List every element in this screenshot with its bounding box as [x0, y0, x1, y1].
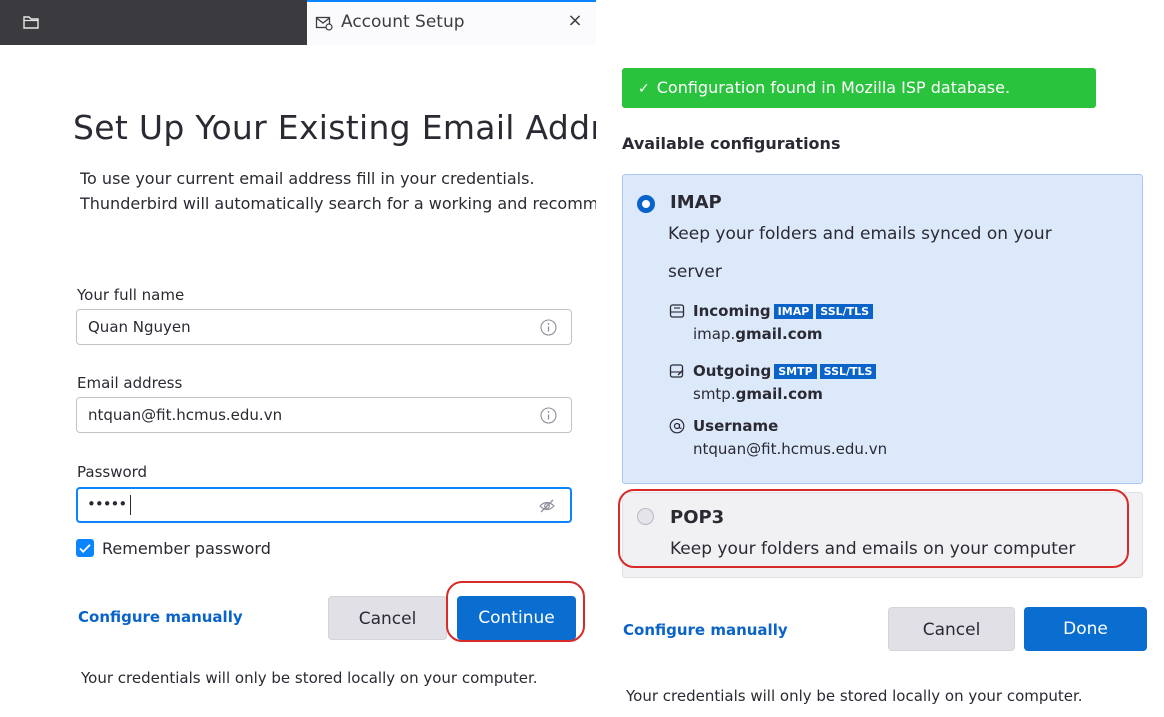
tab-title: Account Setup — [341, 12, 465, 32]
incoming-host: imap.gmail.com — [693, 325, 823, 343]
account-setup-right-panel: ✓ Configuration found in Mozilla ISP data… — [596, 0, 1164, 717]
highlight-pop3-callout — [618, 489, 1129, 568]
info-icon[interactable] — [540, 407, 557, 424]
account-setup-left-panel: Account Setup × Set Up Your Existing Ema… — [0, 0, 596, 717]
security-badge: SSL/TLS — [819, 364, 877, 379]
tab-account-setup[interactable]: Account Setup × — [307, 0, 596, 45]
outgoing-server-icon — [669, 364, 684, 378]
protocol-badge: SMTP — [774, 364, 817, 379]
config-found-message: Configuration found in Mozilla ISP datab… — [656, 78, 1011, 97]
eye-slash-icon[interactable] — [538, 497, 556, 515]
credentials-note: Your credentials will only be stored loc… — [626, 687, 1083, 705]
at-sign-icon — [669, 418, 685, 434]
description-line: Thunderbird will automatically search fo… — [80, 194, 596, 213]
check-icon — [79, 544, 91, 553]
password-field[interactable]: ••••• — [76, 487, 572, 523]
text-caret — [130, 495, 131, 515]
remember-password-label[interactable]: Remember password — [102, 539, 271, 558]
security-badge: SSL/TLS — [816, 304, 874, 319]
tab-strip — [0, 0, 307, 45]
folder-icon[interactable] — [22, 13, 40, 31]
incoming-label: Incoming IMAP SSL/TLS — [693, 302, 874, 320]
full-name-label: Your full name — [77, 286, 185, 304]
cancel-button[interactable]: Cancel — [328, 596, 447, 640]
imap-title: IMAP — [670, 192, 722, 213]
email-label: Email address — [77, 374, 183, 392]
imap-description-line: server — [668, 262, 722, 282]
email-input[interactable] — [77, 398, 571, 432]
credentials-note: Your credentials will only be stored loc… — [81, 669, 538, 687]
protocol-badge: IMAP — [773, 304, 814, 319]
incoming-host-prefix: imap. — [693, 325, 736, 343]
cancel-button[interactable]: Cancel — [888, 607, 1015, 651]
configure-manually-link[interactable]: Configure manually — [78, 608, 243, 626]
username-value: ntquan@fit.hcmus.edu.vn — [693, 440, 888, 458]
imap-description: Keep your folders and emails synced on y… — [668, 215, 1098, 291]
configure-manually-link[interactable]: Configure manually — [623, 621, 788, 639]
email-field[interactable] — [76, 397, 572, 433]
highlight-continue-callout — [446, 581, 585, 642]
incoming-server-icon — [669, 304, 685, 318]
tab-close-icon[interactable]: × — [565, 11, 585, 31]
imap-option[interactable]: IMAP Keep your folders and emails synced… — [622, 174, 1143, 484]
password-mask[interactable]: ••••• — [87, 495, 127, 513]
checkmark-icon: ✓ — [638, 81, 650, 97]
outgoing-host: smtp.gmail.com — [693, 385, 823, 403]
full-name-field[interactable] — [76, 309, 572, 345]
outgoing-label: Outgoing SMTP SSL/TLS — [693, 362, 877, 380]
outgoing-label-text: Outgoing — [693, 362, 772, 380]
mail-setup-icon — [315, 16, 333, 31]
username-label: Username — [693, 417, 779, 435]
page-title: Set Up Your Existing Email Address — [73, 108, 596, 147]
imap-description-line: Keep your folders and emails synced on y… — [668, 224, 1052, 244]
password-label: Password — [77, 463, 148, 481]
imap-radio[interactable] — [637, 195, 655, 213]
remember-password-checkbox[interactable] — [76, 539, 94, 557]
tab-bar: Account Setup × — [0, 0, 596, 45]
config-found-banner: ✓ Configuration found in Mozilla ISP data… — [622, 68, 1096, 108]
available-configurations-heading: Available configurations — [622, 134, 841, 153]
incoming-host-domain: gmail.com — [735, 325, 823, 343]
outgoing-host-domain: gmail.com — [735, 385, 823, 403]
description-line: To use your current email address fill i… — [80, 169, 535, 188]
info-icon[interactable] — [540, 319, 557, 336]
incoming-label-text: Incoming — [693, 302, 771, 320]
page-description: To use your current email address fill i… — [80, 166, 596, 216]
outgoing-host-prefix: smtp. — [693, 385, 736, 403]
done-button[interactable]: Done — [1024, 607, 1147, 651]
full-name-input[interactable] — [77, 310, 571, 344]
